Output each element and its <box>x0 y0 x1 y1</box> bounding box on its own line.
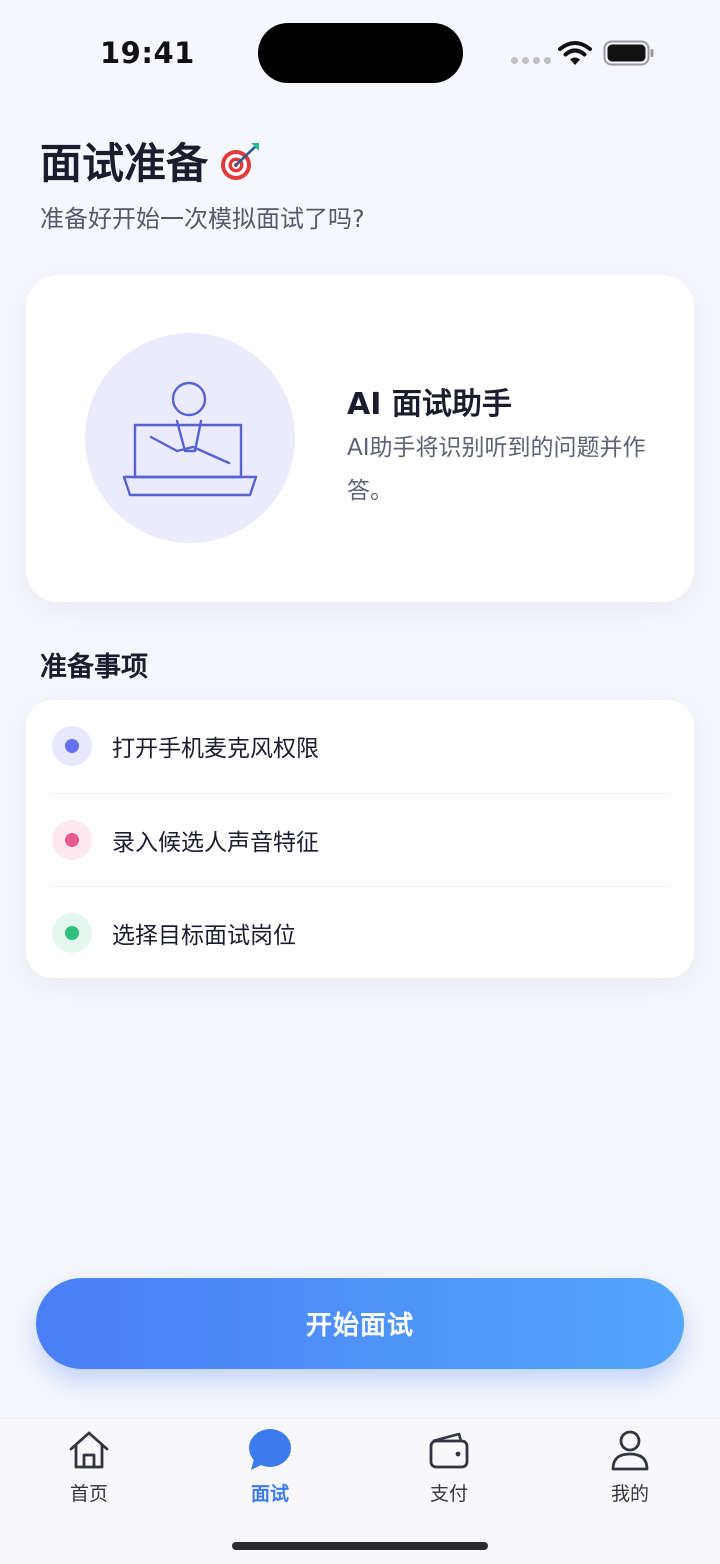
user-icon <box>611 1430 649 1471</box>
checklist-item-position[interactable]: 选择目标面试岗位 <box>52 886 668 978</box>
page-title: 面试准备 <box>40 139 209 188</box>
checklist-title: 准备事项 <box>40 652 148 683</box>
checklist-card: 打开手机麦克风权限 录入候选人声音特征 选择目标面试岗位 <box>26 700 694 978</box>
tab-home[interactable]: 首页 <box>29 1419 149 1519</box>
checklist-item-label: 录入候选人声音特征 <box>112 829 319 856</box>
status-dot-icon <box>52 726 92 766</box>
home-indicator[interactable] <box>232 1542 488 1550</box>
page-title-row: 面试准备 <box>40 130 262 191</box>
ai-card-title: AI 面试助手 <box>347 387 512 422</box>
checklist-item-microphone[interactable]: 打开手机麦克风权限 <box>52 700 668 792</box>
status-time: 19:41 <box>100 36 195 70</box>
ai-assistant-card[interactable]: AI 面试助手 AI助手将识别听到的问题并作答。 <box>26 275 694 602</box>
chat-bubble-icon <box>249 1429 291 1470</box>
wallet-icon <box>429 1432 469 1469</box>
checklist-item-label: 选择目标面试岗位 <box>112 922 296 949</box>
start-interview-button[interactable]: 开始面试 <box>36 1278 684 1369</box>
tab-interview[interactable]: 面试 <box>210 1419 330 1519</box>
cellular-signal-icon <box>511 57 551 64</box>
wifi-icon <box>558 41 592 65</box>
dynamic-island <box>258 23 463 83</box>
status-bar: 19:41 <box>0 0 720 110</box>
tab-label: 支付 <box>429 1483 468 1505</box>
microphone-laptop-illustration-icon <box>85 333 295 543</box>
battery-icon <box>603 40 654 66</box>
home-icon <box>69 1431 109 1469</box>
status-dot-icon <box>52 912 92 953</box>
page-subtitle: 准备好开始一次模拟面试了吗? <box>40 205 365 233</box>
checklist-item-voice[interactable]: 录入候选人声音特征 <box>52 793 668 885</box>
checklist-item-label: 打开手机麦克风权限 <box>112 736 319 762</box>
tab-label: 首页 <box>69 1483 108 1505</box>
ai-card-description: AI助手将识别听到的问题并作答。 <box>347 435 646 504</box>
tab-payment[interactable]: 支付 <box>389 1419 509 1519</box>
status-dot-icon <box>52 819 92 860</box>
dart-target-icon <box>221 142 260 180</box>
tab-label: 面试 <box>250 1483 289 1505</box>
tab-label: 我的 <box>610 1483 649 1505</box>
tab-profile[interactable]: 我的 <box>570 1419 690 1519</box>
